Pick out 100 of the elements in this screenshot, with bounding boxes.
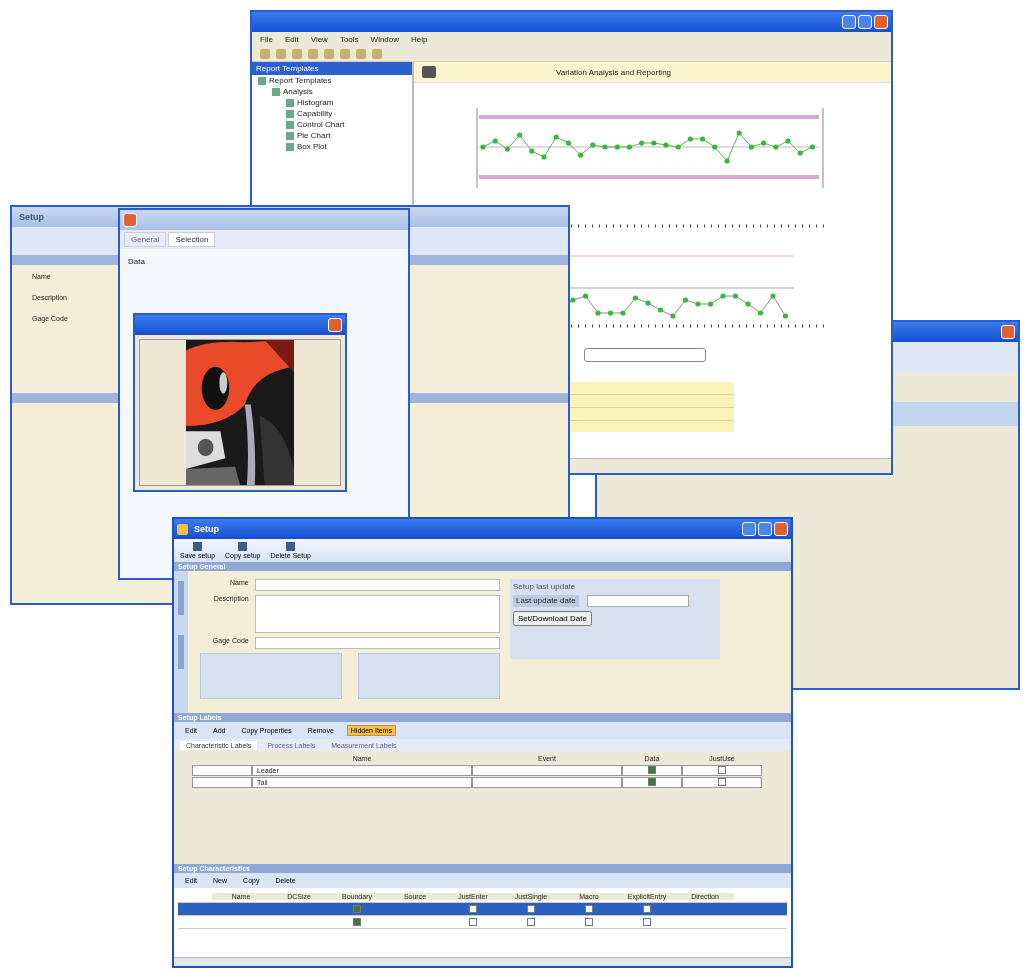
close-icon[interactable] [328,318,342,332]
tree-item[interactable]: Control Chart [297,120,345,129]
checkbox[interactable] [469,905,477,913]
tree-node-icon [272,87,280,96]
checkbox[interactable] [648,766,656,774]
set-date-button[interactable]: Set/Download Date [513,611,592,626]
data-point [748,144,754,150]
tree-node-icon [286,142,294,151]
checkbox[interactable] [527,905,535,913]
report-title: Variation Analysis and Reporting [556,67,672,77]
checkbox[interactable] [718,778,726,786]
checkbox[interactable] [643,905,651,913]
field-label: Last update date [513,595,579,607]
table-cell [192,776,252,788]
close-icon[interactable] [874,15,888,29]
data-point [602,144,608,150]
data-point [687,136,693,142]
tree-item[interactable]: Histogram [297,98,334,107]
menu-item[interactable]: Help [411,35,428,44]
data-point [614,144,620,150]
menu-item[interactable]: Edit [284,35,299,44]
printer-icon[interactable] [422,66,436,78]
data-point [565,140,571,146]
checkbox[interactable] [585,918,593,926]
description-field[interactable] [254,595,500,633]
checkbox[interactable] [648,778,656,786]
data-point [541,154,547,160]
data-point [529,148,535,154]
data-point [712,144,718,150]
data-point [707,301,714,307]
maximize-icon[interactable] [858,15,872,29]
tree-item[interactable]: Box Plot [297,142,327,151]
data-point [773,144,779,150]
checkbox[interactable] [353,905,361,913]
data-point [663,142,669,148]
tree-item[interactable]: Pie Chart [297,131,331,140]
data-point [504,146,510,152]
data-point [809,144,815,150]
tab[interactable]: Selection [168,232,216,247]
table-row[interactable] [178,916,787,929]
data-point [578,152,584,158]
data-point [736,130,742,136]
menu-item[interactable]: File [260,35,273,44]
data-point [695,301,701,307]
checkbox[interactable] [527,918,535,926]
group-title: Setup last update [513,582,576,591]
tree-node-icon [286,120,294,129]
tree-node-icon [258,76,266,85]
data-point [732,293,739,299]
data-point [582,293,589,299]
checkbox[interactable] [585,905,593,913]
table-row[interactable] [178,903,787,916]
gage-code-field[interactable] [254,637,500,649]
menu-item[interactable]: Tools [339,35,359,44]
data-point [626,144,632,150]
window-title: Setup [194,524,219,534]
tree-node-icon [286,109,294,118]
maximize-icon[interactable] [758,522,772,536]
data-point [517,132,523,138]
page-navigator[interactable] [584,348,706,362]
close-icon[interactable] [774,522,788,536]
data-point [720,293,726,299]
data-point [797,150,803,156]
data-point [492,138,498,144]
field-label: Data [128,257,145,266]
checkbox[interactable] [643,918,651,926]
table-cell [192,764,252,776]
tree-item[interactable]: Analysis [283,87,313,96]
menu-item[interactable]: Window [370,35,400,44]
data-point [724,158,730,164]
tree-node-icon [286,131,294,140]
data-point [785,138,791,144]
name-field[interactable] [254,579,500,591]
app-icon [177,523,188,535]
date-field[interactable] [586,595,689,607]
data-point [590,142,596,148]
data-point [700,136,706,142]
tree-item[interactable]: Capability [297,109,333,118]
minimize-icon[interactable] [842,15,856,29]
data-point [620,310,626,316]
data-point [480,144,486,150]
checkbox[interactable] [353,918,361,926]
tree-item[interactable]: Report Templates [269,76,332,85]
data-point [770,293,776,299]
data-point [632,295,639,301]
checkbox[interactable] [469,918,477,926]
data-point [782,313,789,319]
close-icon[interactable] [123,213,137,227]
minimize-icon[interactable] [742,522,756,536]
data-point [682,297,689,303]
data-point [570,297,576,303]
data-point [651,140,657,146]
checkbox[interactable] [718,766,726,774]
close-icon[interactable] [1001,325,1015,339]
tab[interactable]: General [124,232,167,247]
scrollbar[interactable] [174,957,791,966]
data-point [553,134,559,140]
menu-item[interactable]: View [310,35,328,44]
data-point [757,310,764,316]
data-point [657,307,664,313]
